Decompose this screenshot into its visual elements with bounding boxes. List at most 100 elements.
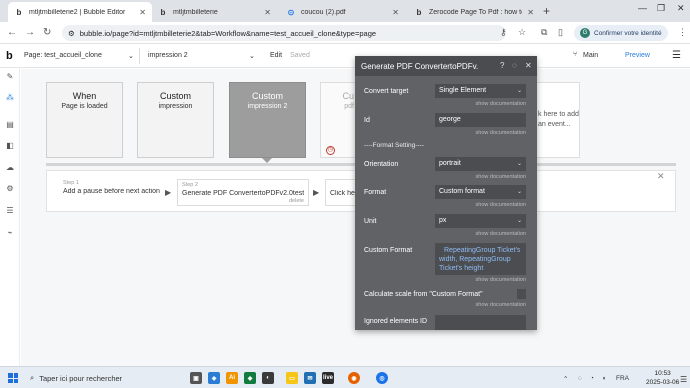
- convert-target-dropdown[interactable]: Single Element ⌄: [435, 84, 526, 98]
- chevron-down-icon[interactable]: ⌄: [128, 52, 134, 60]
- close-icon[interactable]: ✕: [264, 8, 271, 17]
- tab-title: coucou (2).pdf: [301, 8, 346, 16]
- file-explorer-icon[interactable]: ▭: [286, 372, 298, 384]
- store-icon[interactable]: ◆: [244, 372, 256, 384]
- notifications-icon[interactable]: ☰: [680, 375, 687, 384]
- event-title: When: [72, 91, 97, 101]
- format-dropdown[interactable]: Custom format ⌄: [435, 185, 526, 199]
- browser-menu-icon[interactable]: ⋮: [678, 27, 687, 38]
- arrow-right-icon: ▶: [313, 188, 320, 197]
- comment-icon[interactable]: ◌: [512, 61, 517, 70]
- event-custom-pdf[interactable]: Cu pdf ◷: [320, 82, 356, 158]
- preview-button[interactable]: Preview: [625, 52, 650, 59]
- page-selector[interactable]: Page: test_accueil_clone: [24, 52, 102, 59]
- edit-mode-button[interactable]: Edit: [270, 52, 282, 59]
- event-custom-impression-2[interactable]: Custom impression 2: [229, 82, 306, 158]
- show-documentation-link[interactable]: show documentation: [476, 130, 526, 136]
- dropdown-value: Single Element: [439, 87, 487, 94]
- chevron-down-icon[interactable]: ⌄: [249, 52, 255, 60]
- workflow-step-2[interactable]: Step 2 Generate PDF ConvertertoPDFv2.0te…: [177, 179, 309, 206]
- live-icon[interactable]: live: [322, 372, 334, 384]
- profile-label: Confirmer votre identité: [594, 29, 662, 37]
- widgets-icon[interactable]: ◈: [208, 372, 220, 384]
- url-field[interactable]: ⚙ bubble.io/page?id=mtljtmbilleterie2&ta…: [62, 25, 506, 41]
- clock[interactable]: 10:53 2025-03-06: [646, 369, 679, 387]
- show-documentation-link[interactable]: show documentation: [476, 101, 526, 107]
- workflow-step-1[interactable]: Step 1 Add a pause before next action: [63, 180, 163, 206]
- branch-selector[interactable]: Main: [583, 52, 598, 59]
- tab-coucou-pdf[interactable]: ⊙ coucou (2).pdf ✕: [280, 2, 405, 22]
- firefox-icon[interactable]: ◉: [348, 372, 360, 384]
- custom-format-expression[interactable]: RepeatingGroup Ticket's width, Repeating…: [435, 243, 526, 275]
- profile-button[interactable]: G Confirmer votre identité: [574, 25, 668, 41]
- show-documentation-link[interactable]: show documentation: [476, 202, 526, 208]
- branch-icon: ⑂: [573, 51, 578, 58]
- plugins-tab-icon[interactable]: ☁: [4, 162, 16, 174]
- bookmark-star-icon[interactable]: ☆: [518, 27, 526, 38]
- show-documentation-link[interactable]: show documentation: [476, 277, 526, 283]
- workflow-tab-icon[interactable]: ⁂: [4, 92, 16, 104]
- key-icon[interactable]: ⚷: [500, 27, 507, 38]
- logs-tab-icon[interactable]: ☰: [4, 205, 16, 217]
- sidebar-icon[interactable]: ▯: [558, 27, 563, 38]
- field-label: Orientation: [364, 161, 399, 168]
- extensions-icon[interactable]: ⧉: [541, 27, 547, 38]
- taskbar-search[interactable]: ⌕ Taper ici pour rechercher: [26, 370, 176, 386]
- illustrator-icon[interactable]: Ai: [226, 372, 238, 384]
- reload-icon[interactable]: ↻: [43, 27, 51, 38]
- maximize-icon[interactable]: ❐: [657, 3, 665, 14]
- chrome-icon[interactable]: ◎: [376, 372, 388, 384]
- close-icon[interactable]: ✕: [392, 8, 399, 17]
- ignored-elements-input[interactable]: [435, 315, 526, 330]
- add-event-button[interactable]: k here to add an event...: [537, 82, 580, 158]
- calculate-scale-checkbox[interactable]: [517, 289, 526, 299]
- volume-icon[interactable]: ◖: [602, 375, 606, 382]
- event-page-loaded[interactable]: When Page is loaded: [46, 82, 123, 158]
- show-documentation-link[interactable]: show documentation: [476, 174, 526, 180]
- data-tab-icon[interactable]: ▤: [4, 119, 16, 131]
- search-placeholder: Taper ici pour rechercher: [39, 373, 123, 383]
- seo-tab-icon[interactable]: ⌁: [4, 227, 16, 239]
- tray-overflow-icon[interactable]: ⌃: [563, 375, 568, 383]
- window-close-icon[interactable]: ✕: [677, 3, 685, 14]
- show-documentation-link[interactable]: show documentation: [476, 231, 526, 237]
- unit-dropdown[interactable]: px ⌄: [435, 214, 526, 228]
- show-documentation-link[interactable]: show documentation: [476, 302, 526, 308]
- delete-step-link[interactable]: delete: [289, 198, 304, 204]
- add-action-button[interactable]: Click he: [325, 179, 359, 206]
- input-value: george: [439, 116, 461, 123]
- forward-icon[interactable]: →: [25, 27, 35, 38]
- minimize-icon[interactable]: —: [638, 3, 647, 13]
- language-indicator[interactable]: FRA: [616, 375, 629, 382]
- app-icon[interactable]: ◐: [262, 372, 274, 384]
- tab-zerocode[interactable]: b Zerocode Page To Pdf : how to ✕: [408, 2, 540, 22]
- info-icon[interactable]: ?: [500, 61, 504, 70]
- tab-title: mtljtmbilleterie: [173, 8, 218, 16]
- task-view-icon[interactable]: ▣: [190, 372, 202, 384]
- expression-line: width, RepeatingGroup: [439, 256, 511, 263]
- event-custom-impression[interactable]: Custom impression: [137, 82, 214, 158]
- menu-icon[interactable]: ☰: [672, 50, 681, 61]
- close-icon[interactable]: ✕: [527, 8, 534, 17]
- tab-mtljtmbilleterie[interactable]: b mtljtmbilleterie ✕: [152, 2, 277, 22]
- close-icon[interactable]: ✕: [525, 61, 532, 70]
- styles-tab-icon[interactable]: ◧: [4, 140, 16, 152]
- back-icon[interactable]: ←: [7, 27, 17, 38]
- design-tab-icon[interactable]: ✎: [4, 71, 16, 83]
- close-workflow-icon[interactable]: ✕: [657, 171, 665, 182]
- bubble-logo[interactable]: b: [6, 50, 13, 62]
- mail-icon[interactable]: ✉: [304, 372, 316, 384]
- dropdown-value: portrait: [439, 160, 461, 167]
- windows-start-icon[interactable]: [8, 373, 18, 383]
- settings-tab-icon[interactable]: ⚙: [4, 183, 16, 195]
- orientation-dropdown[interactable]: portrait ⌄: [435, 157, 526, 171]
- close-icon[interactable]: ✕: [139, 8, 146, 17]
- pdf-favicon-icon: ⊙: [287, 7, 295, 17]
- workflow-folder-selector[interactable]: impression 2: [148, 52, 188, 59]
- site-info-icon[interactable]: ⚙: [68, 29, 75, 38]
- new-tab-icon[interactable]: +: [543, 4, 550, 18]
- tab-bubble-editor[interactable]: b mtljtmbilleterie2 | Bubble Editor ✕: [8, 2, 152, 22]
- network-icon[interactable]: ◌: [578, 375, 582, 382]
- wifi-icon[interactable]: ◔: [590, 375, 594, 382]
- id-input[interactable]: george: [435, 113, 526, 127]
